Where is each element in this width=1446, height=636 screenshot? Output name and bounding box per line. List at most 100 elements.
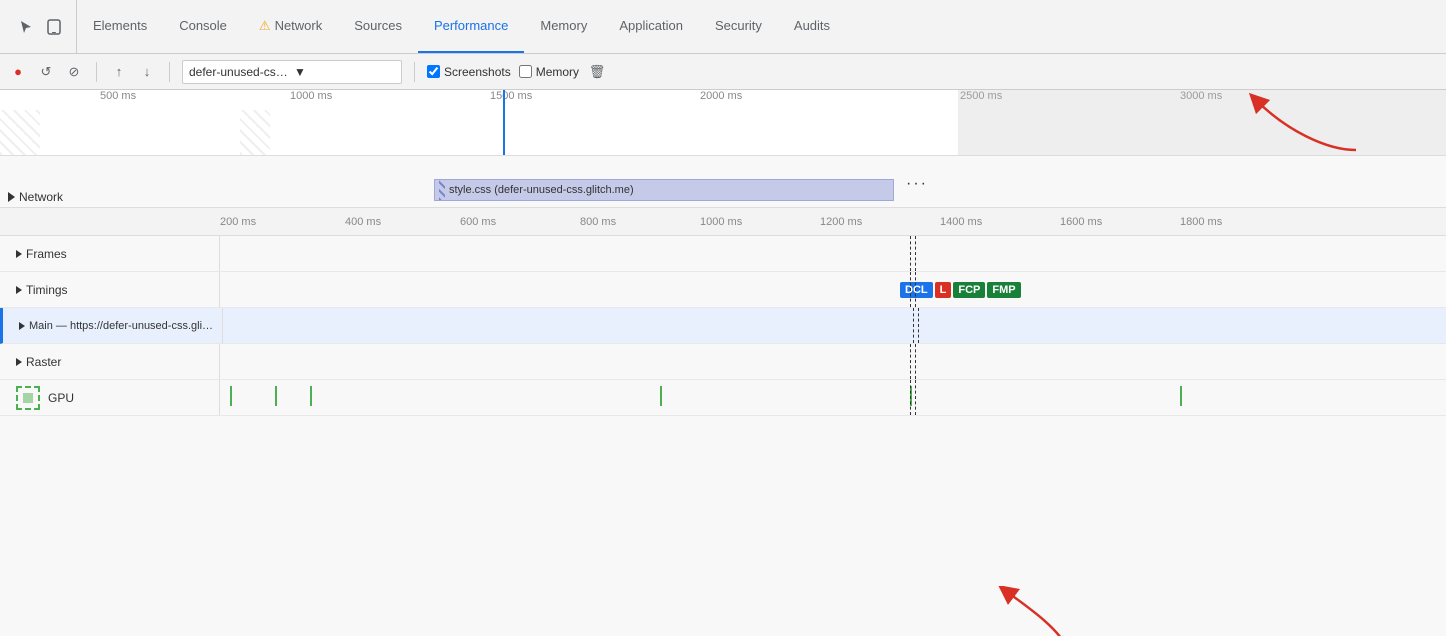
detail-time-400: 400 ms [345, 216, 381, 228]
track-gpu-label[interactable]: GPU [0, 380, 220, 415]
track-raster-label[interactable]: Raster [0, 344, 220, 379]
download-button[interactable]: ↓ [137, 62, 157, 82]
badge-fmp: FMP [987, 282, 1020, 298]
main-content: 500 ms 1000 ms 1500 ms 2000 ms 2500 ms 3… [0, 90, 1446, 636]
main-content [223, 308, 1446, 343]
tab-network[interactable]: ⚠ Network [243, 0, 338, 53]
main-label-text: Main — https://defer-unused-css.glitch.m… [29, 320, 214, 332]
overview-time-500: 500 ms [100, 90, 136, 102]
memory-label: Memory [536, 65, 579, 79]
overview-network-section: Network style.css (defer-unused-css.glit… [0, 155, 1446, 207]
screenshots-label: Screenshots [444, 65, 511, 79]
css-resource-label: style.css (defer-unused-css.glitch.me) [449, 184, 634, 196]
tab-application[interactable]: Application [603, 0, 699, 53]
gpu-tick-3 [310, 386, 312, 406]
dashed-line-gpu-1 [910, 380, 911, 415]
screenshots-checkbox[interactable] [427, 65, 440, 78]
tab-application-label: Application [619, 18, 683, 33]
track-timings: Timings DCL L FCP FMP [0, 272, 1446, 308]
url-dropdown[interactable]: defer-unused-css.glitch.... ▼ [182, 60, 402, 84]
tab-security-label: Security [715, 18, 762, 33]
detail-panel: 200 ms 400 ms 600 ms 800 ms 1000 ms 1200… [0, 208, 1446, 636]
track-raster: Raster [0, 344, 1446, 380]
track-frames: Frames [0, 236, 1446, 272]
track-main-label[interactable]: Main — https://defer-unused-css.glitch.m… [3, 308, 223, 343]
dashed-line-main-1 [913, 308, 914, 343]
badge-fcp: FCP [953, 282, 985, 298]
main-collapse-icon [19, 322, 25, 330]
gpu-tick-1 [230, 386, 232, 406]
dashed-line-raster-2 [915, 344, 916, 379]
overview-time-2000: 2000 ms [700, 90, 742, 102]
overview-time-1500: 1500 ms [490, 90, 532, 102]
dashed-line-timings-1 [910, 272, 911, 307]
tab-audits-label: Audits [794, 18, 830, 33]
raster-content [220, 344, 1446, 379]
toolbar-separator-2 [169, 62, 170, 82]
track-frames-label[interactable]: Frames [0, 236, 220, 271]
trash-button[interactable]: 🗑 [587, 62, 607, 82]
network-label-text: Network [19, 190, 63, 204]
cancel-button[interactable]: ⊘ [64, 62, 84, 82]
track-timings-label[interactable]: Timings [0, 272, 220, 307]
tab-console-label: Console [179, 18, 227, 33]
raster-collapse-icon [16, 358, 22, 366]
dashed-line-frames-1 [910, 236, 911, 271]
timings-collapse-icon [16, 286, 22, 294]
tab-audits[interactable]: Audits [778, 0, 846, 53]
screenshots-checkbox-label[interactable]: Screenshots [427, 65, 511, 79]
timings-label-text: Timings [26, 283, 68, 297]
upload-button[interactable]: ↑ [109, 62, 129, 82]
three-dots: ··· [906, 175, 928, 193]
memory-checkbox-label[interactable]: Memory [519, 65, 579, 79]
toolbar-separator-1 [96, 62, 97, 82]
dashed-line-gpu-2 [915, 380, 916, 415]
gpu-label-text: GPU [48, 391, 74, 405]
tab-network-label: Network [275, 18, 323, 33]
dashed-line-main-2 [918, 308, 919, 343]
tab-elements-label: Elements [93, 18, 147, 33]
mobile-icon[interactable] [44, 17, 64, 37]
overview-time-1000: 1000 ms [290, 90, 332, 102]
tab-sources[interactable]: Sources [338, 0, 418, 53]
tab-bar: Elements Console ⚠ Network Sources Perfo… [0, 0, 1446, 54]
css-bar-stripe [439, 180, 445, 200]
overview-panel: 500 ms 1000 ms 1500 ms 2000 ms 2500 ms 3… [0, 90, 1446, 208]
dashed-line-raster-1 [910, 344, 911, 379]
gpu-tick-4 [660, 386, 662, 406]
record-button[interactable]: ● [8, 62, 28, 82]
detail-time-600: 600 ms [460, 216, 496, 228]
tab-performance[interactable]: Performance [418, 0, 524, 53]
toolbar: ● ↺ ⊘ ↑ ↓ defer-unused-css.glitch.... ▼ … [0, 54, 1446, 90]
track-gpu: GPU [0, 380, 1446, 416]
cursor-icon[interactable] [16, 17, 36, 37]
toolbar-separator-3 [414, 62, 415, 82]
gpu-tick-2 [275, 386, 277, 406]
tab-elements[interactable]: Elements [77, 0, 163, 53]
detail-time-1400: 1400 ms [940, 216, 982, 228]
tracks-container: Frames Timings DCL L FC [0, 236, 1446, 636]
reload-button[interactable]: ↺ [36, 62, 56, 82]
dashed-line-frames-2 [915, 236, 916, 271]
tab-memory-label: Memory [540, 18, 587, 33]
network-collapse-icon [8, 192, 15, 202]
frames-label-text: Frames [26, 247, 67, 261]
css-resource-bar[interactable]: style.css (defer-unused-css.glitch.me) [434, 179, 894, 201]
tab-console[interactable]: Console [163, 0, 243, 53]
timings-content: DCL L FCP FMP [220, 272, 1446, 307]
tab-sources-label: Sources [354, 18, 402, 33]
detail-time-1600: 1600 ms [1060, 216, 1102, 228]
warning-icon: ⚠ [259, 18, 271, 34]
tab-memory[interactable]: Memory [524, 0, 603, 53]
memory-checkbox[interactable] [519, 65, 532, 78]
dropdown-arrow-icon: ▼ [294, 65, 395, 79]
frames-content [220, 236, 1446, 271]
raster-label-text: Raster [26, 355, 61, 369]
badge-l: L [935, 282, 952, 298]
detail-time-1000: 1000 ms [700, 216, 742, 228]
network-section-label[interactable]: Network [8, 187, 63, 207]
tab-security[interactable]: Security [699, 0, 778, 53]
devtools-icons [4, 0, 77, 53]
track-main: Main — https://defer-unused-css.glitch.m… [0, 308, 1446, 344]
detail-time-1800: 1800 ms [1180, 216, 1222, 228]
